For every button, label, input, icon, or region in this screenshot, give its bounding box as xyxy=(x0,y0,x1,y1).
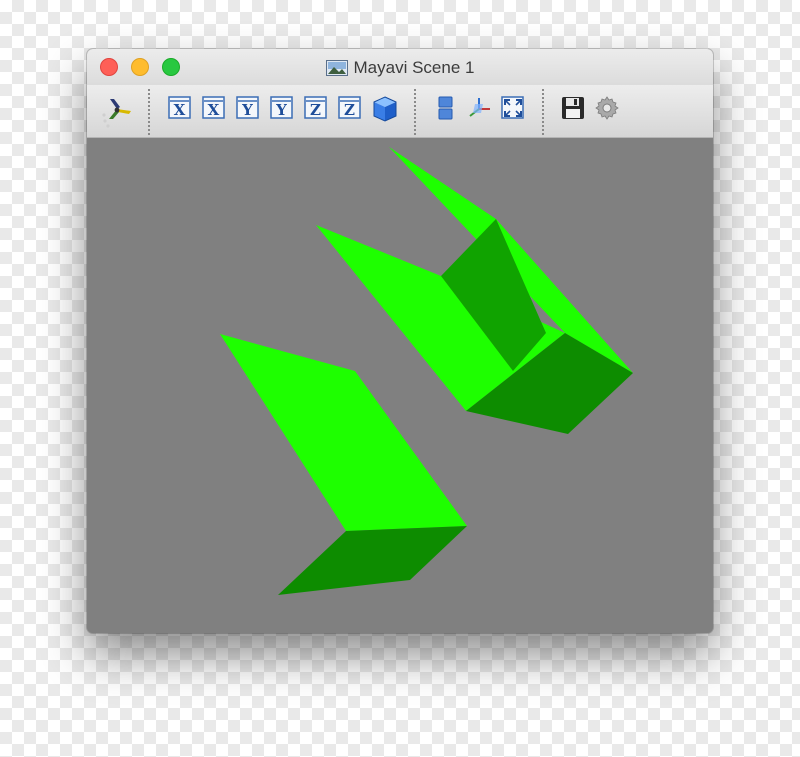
render-viewport[interactable] xyxy=(87,138,713,633)
scene-image-icon xyxy=(325,60,348,81)
axes-icon xyxy=(469,98,490,117)
floppy-disk-icon xyxy=(562,97,584,119)
toggle-axes-button[interactable] xyxy=(466,95,492,121)
view-y-pos-button[interactable]: Y xyxy=(235,95,261,121)
view-x-neg-label: X xyxy=(208,101,220,119)
view-z-pos-label: Z xyxy=(310,101,321,119)
save-scene-button[interactable] xyxy=(560,95,586,121)
configure-scene-button[interactable] xyxy=(594,95,620,121)
full-screen-button[interactable] xyxy=(500,95,526,121)
view-z-neg-label: Z xyxy=(344,101,355,119)
window-title: Mayavi Scene 1 xyxy=(353,58,475,77)
title-bar[interactable]: Mayavi Scene 1 xyxy=(87,49,713,85)
parallel-projection-button[interactable] xyxy=(433,95,459,121)
toolbar-separator xyxy=(148,89,150,135)
view-z-pos-button[interactable]: Z xyxy=(303,95,329,121)
toolbar-separator xyxy=(542,89,544,135)
view-x-pos-button[interactable]: X xyxy=(167,95,193,121)
scene-render xyxy=(220,147,633,595)
view-z-neg-button[interactable]: Z xyxy=(337,95,363,121)
gear-icon xyxy=(595,96,619,120)
cube-icon xyxy=(373,96,397,122)
fullscreen-icon xyxy=(501,96,524,119)
mayavi-window: Mayavi Scene 1 X X Y Y Z Z xyxy=(87,49,713,633)
toolbar-separator xyxy=(414,89,416,135)
window-title-area: Mayavi Scene 1 xyxy=(87,58,713,81)
parallel-projection-icon xyxy=(438,96,453,120)
view-y-neg-button[interactable]: Y xyxy=(269,95,295,121)
view-y-neg-label: Y xyxy=(275,101,287,119)
view-y-pos-label: Y xyxy=(241,101,253,119)
left-chevron-side-face xyxy=(278,526,467,595)
isometric-view-button[interactable] xyxy=(371,95,397,122)
view-x-neg-button[interactable]: X xyxy=(201,95,227,121)
scene-toolbar: X X Y Y Z Z xyxy=(87,85,713,138)
view-x-pos-label: X xyxy=(174,101,186,119)
mayavi-logo-icon[interactable] xyxy=(101,95,131,128)
